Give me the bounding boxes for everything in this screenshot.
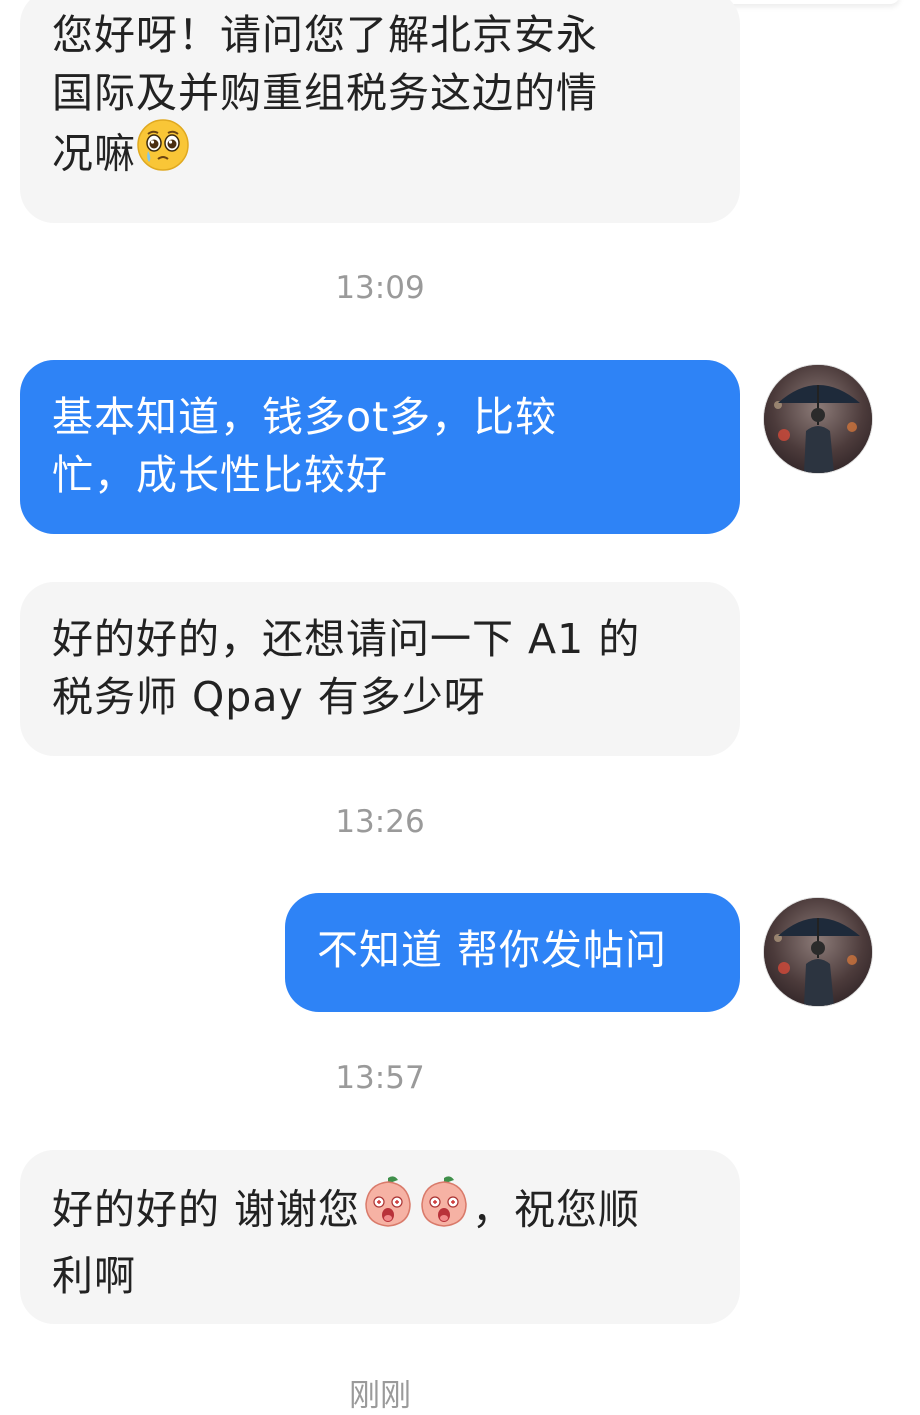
message-line: 您好呀！请问您了解北京安永: [52, 11, 598, 59]
avatar-image: [764, 365, 872, 473]
message-line: 税务师 Qpay 有多少呀: [52, 673, 486, 721]
peach-face-icon: [416, 1174, 472, 1243]
message-bubble-outgoing[interactable]: 不知道 帮你发帖问: [285, 893, 740, 1012]
timestamp: 13:57: [335, 1060, 425, 1096]
message-line-with-emoji: 况嘛: [52, 119, 740, 191]
timestamp: 13:09: [335, 270, 425, 306]
message-line: 况嘛: [52, 129, 136, 178]
message-bubble-incoming[interactable]: 您好呀！请问您了解北京安永 国际及并购重组税务这边的情 况嘛: [20, 0, 740, 223]
message-bubble-incoming[interactable]: 好的好的 谢谢您 ，祝您顺 利啊: [20, 1150, 740, 1324]
user-avatar[interactable]: [764, 898, 872, 1006]
message-line: ，祝您顺: [472, 1185, 641, 1234]
message-line: 忙，成长性比较好: [52, 451, 388, 499]
timestamp: 刚刚: [349, 1378, 411, 1414]
message-line: 基本知道，钱多ot多，比较: [52, 393, 558, 441]
message-line: 好的好的 谢谢您: [52, 1185, 361, 1234]
message-line: 好的好的，还想请问一下 A1 的: [52, 615, 641, 663]
timestamp: 13:26: [335, 804, 425, 840]
pleading-face-icon: [136, 118, 190, 187]
peach-face-icon: [360, 1174, 416, 1243]
message-line: 不知道 帮你发帖问: [317, 926, 668, 974]
message-line: 国际及并购重组税务这边的情: [52, 69, 598, 117]
message-line-with-emoji: 好的好的 谢谢您 ，祝您顺: [52, 1176, 740, 1247]
message-bubble-outgoing[interactable]: 基本知道，钱多ot多，比较 忙，成长性比较好: [20, 360, 740, 534]
user-avatar[interactable]: [764, 365, 872, 473]
avatar-image: [764, 898, 872, 1006]
message-bubble-incoming[interactable]: 好的好的，还想请问一下 A1 的 税务师 Qpay 有多少呀: [20, 582, 740, 756]
message-line: 利啊: [52, 1252, 136, 1300]
